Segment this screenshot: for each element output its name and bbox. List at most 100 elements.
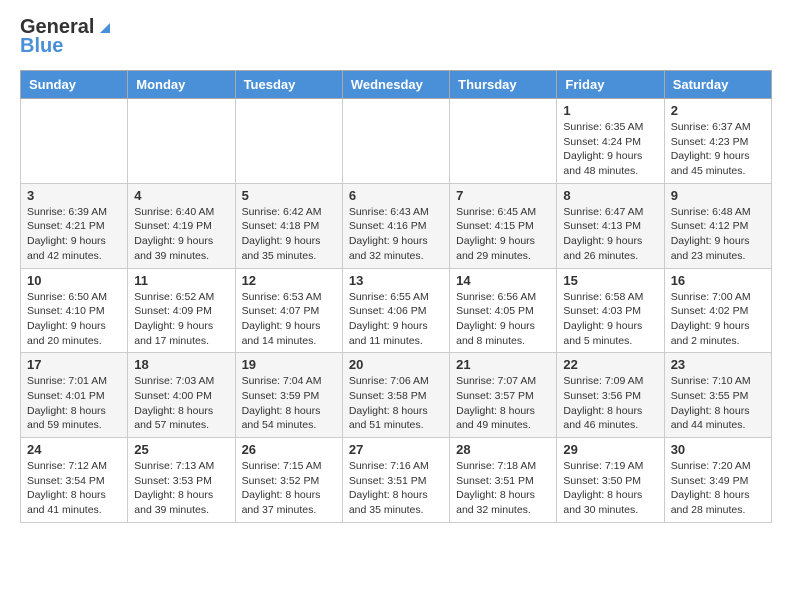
calendar-cell: 20 Sunrise: 7:06 AM Sunset: 3:58 PM Dayli… (342, 353, 449, 438)
day-info: Sunrise: 6:56 AM Sunset: 4:05 PM Dayligh… (456, 290, 550, 349)
day-info: Sunrise: 6:47 AM Sunset: 4:13 PM Dayligh… (563, 205, 657, 264)
day-number: 25 (134, 442, 228, 457)
calendar-cell: 29Sunrise: 7:19 AM Sunset: 3:50 PM Dayli… (557, 438, 664, 523)
day-number: 14 (456, 273, 550, 288)
calendar-cell: 9 Sunrise: 6:48 AM Sunset: 4:12 PM Daylig… (664, 183, 771, 268)
calendar-cell (128, 99, 235, 184)
calendar-cell: 24 Sunrise: 7:12 AM Sunset: 3:54 PM Dayli… (21, 438, 128, 523)
day-number: 5 (242, 188, 336, 203)
calendar-cell: 3Sunrise: 6:39 AM Sunset: 4:21 PM Daylig… (21, 183, 128, 268)
day-number: 9 (671, 188, 765, 203)
day-info: Sunrise: 7:10 AM Sunset: 3:55 PM Dayligh… (671, 374, 765, 433)
calendar-cell: 5Sunrise: 6:42 AM Sunset: 4:18 PM Daylig… (235, 183, 342, 268)
day-info: Sunrise: 6:58 AM Sunset: 4:03 PM Dayligh… (563, 290, 657, 349)
day-number: 1 (563, 103, 657, 118)
day-info: Sunrise: 6:52 AM Sunset: 4:09 PM Dayligh… (134, 290, 228, 349)
calendar-cell: 2 Sunrise: 6:37 AM Sunset: 4:23 PM Daylig… (664, 99, 771, 184)
day-number: 7 (456, 188, 550, 203)
calendar-cell (342, 99, 449, 184)
day-info: Sunrise: 6:40 AM Sunset: 4:19 PM Dayligh… (134, 205, 228, 264)
day-info: Sunrise: 6:45 AM Sunset: 4:15 PM Dayligh… (456, 205, 550, 264)
day-number: 24 (27, 442, 121, 457)
day-info: Sunrise: 6:39 AM Sunset: 4:21 PM Dayligh… (27, 205, 121, 264)
day-info: Sunrise: 6:55 AM Sunset: 4:06 PM Dayligh… (349, 290, 443, 349)
day-info: Sunrise: 7:00 AM Sunset: 4:02 PM Dayligh… (671, 290, 765, 349)
page-container: General Blue SundayMondayTuesdayWednesda… (0, 0, 792, 539)
day-number: 16 (671, 273, 765, 288)
day-number: 26 (242, 442, 336, 457)
day-number: 18 (134, 357, 228, 372)
day-number: 27 (349, 442, 443, 457)
day-number: 21 (456, 357, 550, 372)
calendar-cell: 14 Sunrise: 6:56 AM Sunset: 4:05 PM Dayli… (450, 268, 557, 353)
day-number: 28 (456, 442, 550, 457)
calendar-cell: 12 Sunrise: 6:53 AM Sunset: 4:07 PM Dayli… (235, 268, 342, 353)
calendar-cell: 23 Sunrise: 7:10 AM Sunset: 3:55 PM Dayli… (664, 353, 771, 438)
calendar-cell: 7 Sunrise: 6:45 AM Sunset: 4:15 PM Daylig… (450, 183, 557, 268)
day-info: Sunrise: 7:03 AM Sunset: 4:00 PM Dayligh… (134, 374, 228, 433)
calendar-cell: 30Sunrise: 7:20 AM Sunset: 3:49 PM Dayli… (664, 438, 771, 523)
day-number: 15 (563, 273, 657, 288)
day-info: Sunrise: 6:50 AM Sunset: 4:10 PM Dayligh… (27, 290, 121, 349)
calendar-cell: 1 Sunrise: 6:35 AM Sunset: 4:24 PM Daylig… (557, 99, 664, 184)
calendar-cell: 26 Sunrise: 7:15 AM Sunset: 3:52 PM Dayli… (235, 438, 342, 523)
page-header: General Blue (20, 16, 772, 58)
day-number: 8 (563, 188, 657, 203)
calendar-cell: 25 Sunrise: 7:13 AM Sunset: 3:53 PM Dayli… (128, 438, 235, 523)
calendar-week-row: 10 Sunrise: 6:50 AM Sunset: 4:10 PM Dayli… (21, 268, 772, 353)
day-number: 10 (27, 273, 121, 288)
day-number: 4 (134, 188, 228, 203)
day-number: 19 (242, 357, 336, 372)
col-header-wednesday: Wednesday (342, 71, 449, 99)
day-number: 23 (671, 357, 765, 372)
calendar-week-row: 1 Sunrise: 6:35 AM Sunset: 4:24 PM Daylig… (21, 99, 772, 184)
calendar-cell: 11 Sunrise: 6:52 AM Sunset: 4:09 PM Dayli… (128, 268, 235, 353)
logo-blue: Blue (20, 35, 63, 58)
day-info: Sunrise: 7:12 AM Sunset: 3:54 PM Dayligh… (27, 459, 121, 518)
day-info: Sunrise: 7:15 AM Sunset: 3:52 PM Dayligh… (242, 459, 336, 518)
day-info: Sunrise: 7:01 AM Sunset: 4:01 PM Dayligh… (27, 374, 121, 433)
day-info: Sunrise: 7:13 AM Sunset: 3:53 PM Dayligh… (134, 459, 228, 518)
day-number: 2 (671, 103, 765, 118)
calendar-cell: 13 Sunrise: 6:55 AM Sunset: 4:06 PM Dayli… (342, 268, 449, 353)
col-header-monday: Monday (128, 71, 235, 99)
day-number: 13 (349, 273, 443, 288)
calendar-cell: 19 Sunrise: 7:04 AM Sunset: 3:59 PM Dayli… (235, 353, 342, 438)
day-info: Sunrise: 7:19 AM Sunset: 3:50 PM Dayligh… (563, 459, 657, 518)
col-header-tuesday: Tuesday (235, 71, 342, 99)
logo: General Blue (20, 16, 114, 58)
calendar-cell: 15 Sunrise: 6:58 AM Sunset: 4:03 PM Dayli… (557, 268, 664, 353)
calendar-cell: 27 Sunrise: 7:16 AM Sunset: 3:51 PM Dayli… (342, 438, 449, 523)
day-info: Sunrise: 7:04 AM Sunset: 3:59 PM Dayligh… (242, 374, 336, 433)
day-number: 12 (242, 273, 336, 288)
calendar-cell (450, 99, 557, 184)
day-number: 20 (349, 357, 443, 372)
day-number: 11 (134, 273, 228, 288)
day-info: Sunrise: 6:43 AM Sunset: 4:16 PM Dayligh… (349, 205, 443, 264)
logo-triangle-icon (96, 19, 114, 37)
calendar-cell: 4 Sunrise: 6:40 AM Sunset: 4:19 PM Daylig… (128, 183, 235, 268)
day-info: Sunrise: 7:07 AM Sunset: 3:57 PM Dayligh… (456, 374, 550, 433)
day-info: Sunrise: 7:16 AM Sunset: 3:51 PM Dayligh… (349, 459, 443, 518)
day-info: Sunrise: 6:37 AM Sunset: 4:23 PM Dayligh… (671, 120, 765, 179)
col-header-thursday: Thursday (450, 71, 557, 99)
calendar-cell: 16 Sunrise: 7:00 AM Sunset: 4:02 PM Dayli… (664, 268, 771, 353)
day-info: Sunrise: 6:53 AM Sunset: 4:07 PM Dayligh… (242, 290, 336, 349)
day-info: Sunrise: 6:35 AM Sunset: 4:24 PM Dayligh… (563, 120, 657, 179)
day-info: Sunrise: 7:06 AM Sunset: 3:58 PM Dayligh… (349, 374, 443, 433)
day-number: 17 (27, 357, 121, 372)
calendar-week-row: 17 Sunrise: 7:01 AM Sunset: 4:01 PM Dayli… (21, 353, 772, 438)
col-header-saturday: Saturday (664, 71, 771, 99)
calendar-cell: 22Sunrise: 7:09 AM Sunset: 3:56 PM Dayli… (557, 353, 664, 438)
col-header-sunday: Sunday (21, 71, 128, 99)
col-header-friday: Friday (557, 71, 664, 99)
calendar-cell: 28Sunrise: 7:18 AM Sunset: 3:51 PM Dayli… (450, 438, 557, 523)
day-info: Sunrise: 7:20 AM Sunset: 3:49 PM Dayligh… (671, 459, 765, 518)
calendar-cell: 18 Sunrise: 7:03 AM Sunset: 4:00 PM Dayli… (128, 353, 235, 438)
day-number: 22 (563, 357, 657, 372)
calendar-cell (235, 99, 342, 184)
calendar-header-row: SundayMondayTuesdayWednesdayThursdayFrid… (21, 71, 772, 99)
calendar-week-row: 24 Sunrise: 7:12 AM Sunset: 3:54 PM Dayli… (21, 438, 772, 523)
day-info: Sunrise: 6:48 AM Sunset: 4:12 PM Dayligh… (671, 205, 765, 264)
calendar-week-row: 3Sunrise: 6:39 AM Sunset: 4:21 PM Daylig… (21, 183, 772, 268)
